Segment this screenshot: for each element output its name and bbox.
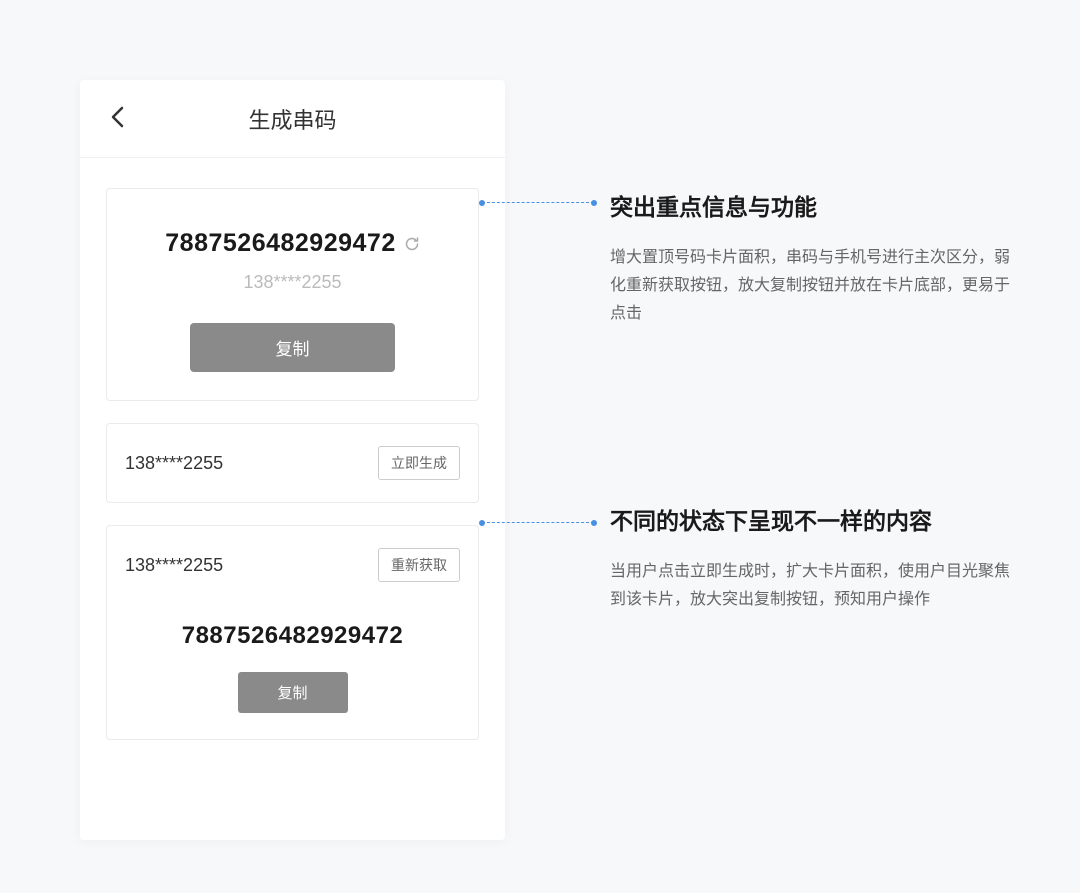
pending-card: 138****2255 立即生成 — [106, 423, 479, 503]
content-area: 7887526482929472 138****2255 复制 138****2… — [80, 158, 505, 792]
connector-dot — [591, 200, 597, 206]
nav-bar: 生成串码 — [80, 80, 505, 158]
primary-card: 7887526482929472 138****2255 复制 — [106, 188, 479, 401]
annotation-desc: 增大置顶号码卡片面积，串码与手机号进行主次区分，弱化重新获取按钮，放大复制按钮并… — [610, 244, 1010, 328]
phone-text: 138****2255 — [125, 555, 223, 576]
connector-line — [482, 202, 594, 203]
serial-code: 7887526482929472 — [165, 229, 395, 258]
phone-text: 138****2255 — [125, 453, 223, 474]
card-row: 138****2255 重新获取 — [107, 526, 478, 604]
annotation-block: 突出重点信息与功能 增大置顶号码卡片面积，串码与手机号进行主次区分，弱化重新获取… — [610, 188, 1010, 328]
connector-dot — [479, 520, 485, 526]
phone-mockup: 生成串码 7887526482929472 138****2255 复制 138… — [80, 80, 505, 840]
page-title: 生成串码 — [80, 103, 505, 135]
expanded-card: 138****2255 重新获取 7887526482929472 复制 — [106, 525, 479, 740]
connector-line — [482, 522, 594, 523]
copy-button[interactable]: 复制 — [238, 672, 348, 713]
copy-button[interactable]: 复制 — [190, 323, 395, 372]
card-row: 138****2255 立即生成 — [107, 424, 478, 502]
refetch-button[interactable]: 重新获取 — [378, 548, 460, 582]
serial-code: 7887526482929472 — [107, 622, 478, 650]
annotation-title: 突出重点信息与功能 — [610, 188, 1010, 222]
generate-button[interactable]: 立即生成 — [378, 446, 460, 480]
connector-dot — [479, 200, 485, 206]
serial-row: 7887526482929472 — [127, 229, 458, 258]
phone-masked: 138****2255 — [127, 272, 458, 293]
connector-dot — [591, 520, 597, 526]
annotation-block: 不同的状态下呈现不一样的内容 当用户点击立即生成时，扩大卡片面积，使用户目光聚焦… — [610, 502, 1010, 614]
back-icon[interactable] — [110, 103, 124, 135]
annotation-title: 不同的状态下呈现不一样的内容 — [610, 502, 1010, 536]
refresh-icon[interactable] — [404, 236, 420, 252]
annotation-desc: 当用户点击立即生成时，扩大卡片面积，使用户目光聚焦到该卡片，放大突出复制按钮，预… — [610, 558, 1010, 614]
